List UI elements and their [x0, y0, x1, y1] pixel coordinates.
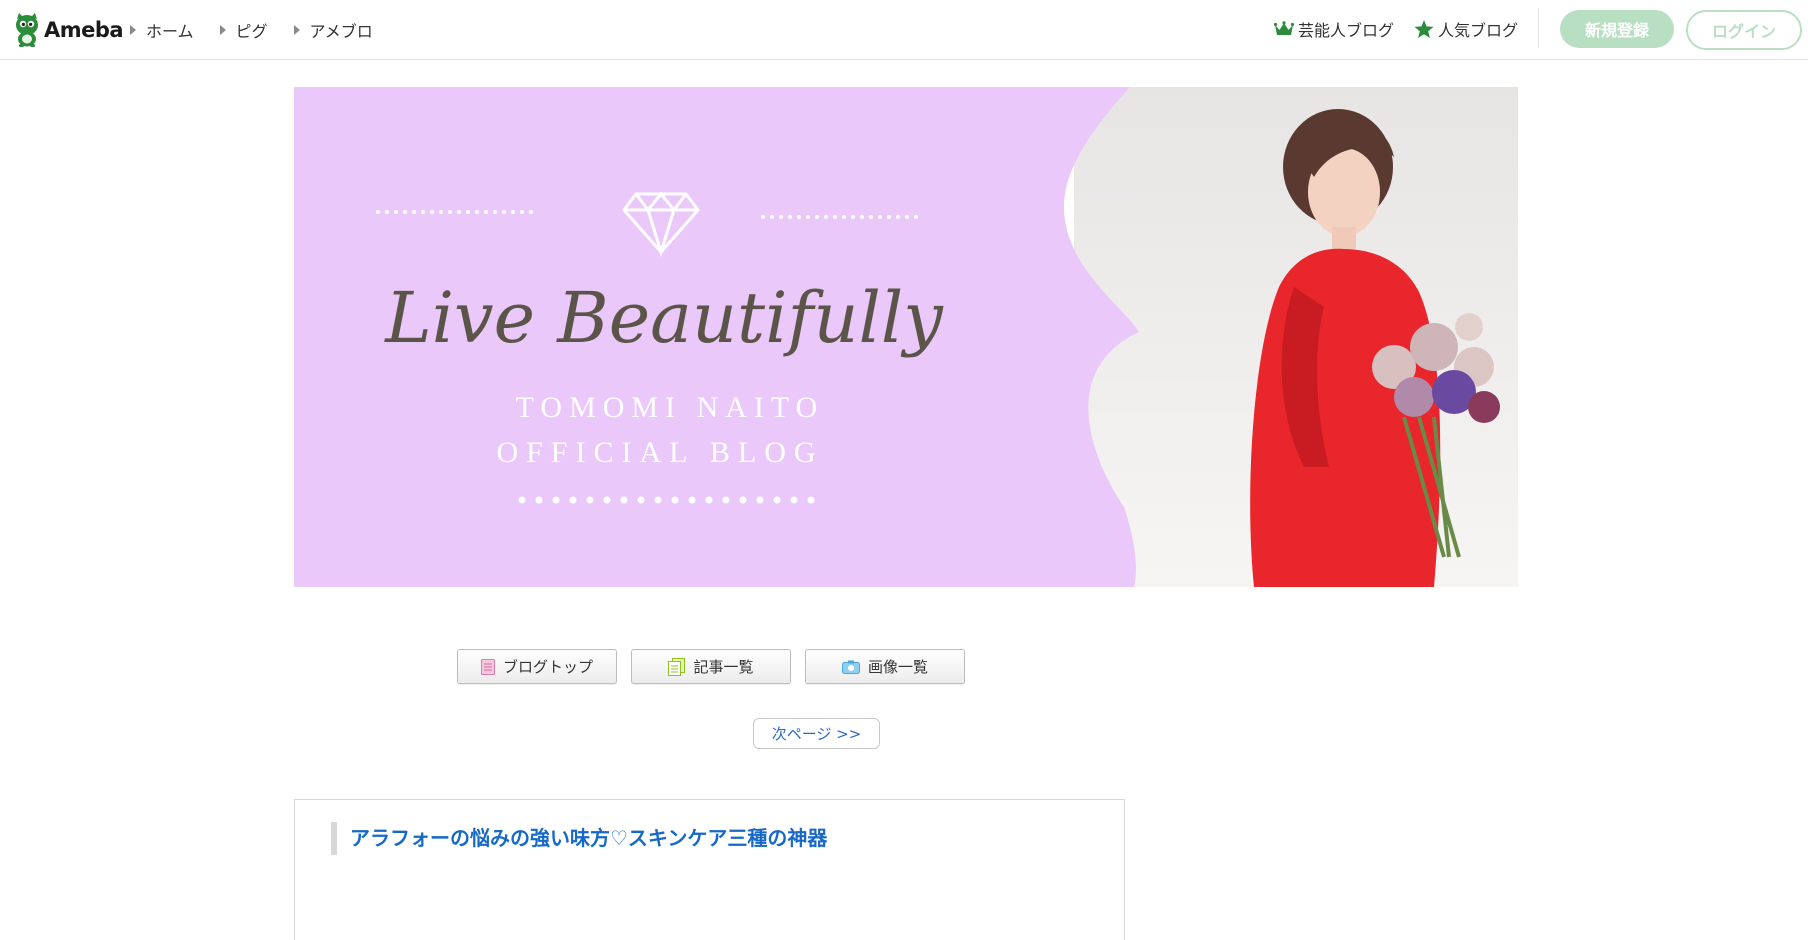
article-entry: アラフォーの悩みの強い味方♡スキンケア三種の神器	[294, 799, 1125, 940]
global-header: Ameba ホーム ピグ アメブロ 芸能人ブログ 人気ブログ 新規登録 ログイン	[0, 0, 1808, 60]
signup-button[interactable]: 新規登録	[1560, 10, 1674, 48]
caret-right-icon	[293, 25, 300, 35]
popular-blog-link[interactable]: 人気ブログ	[1414, 17, 1518, 41]
breadcrumb-label: ホーム	[146, 22, 194, 41]
article-list-icon	[668, 657, 686, 676]
next-page-link[interactable]: 次ページ >>	[753, 718, 880, 749]
breadcrumb-home[interactable]: ホーム	[130, 18, 194, 42]
login-button[interactable]: ログイン	[1686, 10, 1802, 50]
article-list-button[interactable]: 記事一覧	[631, 649, 791, 684]
breadcrumb-label: アメブロ	[309, 22, 373, 41]
breadcrumb: ホーム ピグ アメブロ	[130, 18, 399, 42]
blog-nav: ブログトップ 記事一覧 画像一覧	[457, 649, 979, 684]
header-divider	[1538, 8, 1539, 48]
image-list-label: 画像一覧	[867, 658, 928, 676]
celebrity-blog-label: 芸能人ブログ	[1297, 21, 1394, 40]
banner-image: Live Beautifully TOMOMI NAITO OFFICIAL B…	[294, 87, 1518, 587]
blog-top-icon	[480, 658, 495, 675]
blog-top-label: ブログトップ	[502, 658, 593, 676]
caret-right-icon	[130, 25, 136, 35]
blog-top-button[interactable]: ブログトップ	[457, 649, 617, 684]
popular-blog-label: 人気ブログ	[1437, 21, 1518, 40]
blog-header-banner[interactable]: Live Beautifully TOMOMI NAITO OFFICIAL B…	[294, 87, 1518, 587]
article-list-label: 記事一覧	[693, 658, 754, 676]
logo-text: Ameba	[44, 18, 124, 42]
ameba-mascot-icon	[16, 13, 38, 47]
breadcrumb-ameblo[interactable]: アメブロ	[293, 18, 373, 42]
header-links: 芸能人ブログ 人気ブログ	[1254, 17, 1518, 41]
celebrity-blog-link[interactable]: 芸能人ブログ	[1273, 17, 1394, 41]
camera-icon	[841, 660, 860, 674]
crown-icon	[1273, 21, 1294, 35]
banner-blog-line: OFFICIAL BLOG	[496, 436, 823, 469]
caret-right-icon	[219, 25, 226, 35]
image-list-button[interactable]: 画像一覧	[805, 649, 965, 684]
ameba-logo[interactable]: Ameba	[12, 13, 124, 47]
article-title[interactable]: アラフォーの悩みの強い味方♡スキンケア三種の神器	[331, 822, 827, 855]
breadcrumb-label: ピグ	[235, 22, 268, 41]
breadcrumb-pigg[interactable]: ピグ	[219, 18, 268, 42]
banner-name-line: TOMOMI NAITO	[516, 391, 825, 424]
banner-script-title: Live Beautifully	[383, 277, 944, 359]
star-icon	[1414, 19, 1434, 38]
